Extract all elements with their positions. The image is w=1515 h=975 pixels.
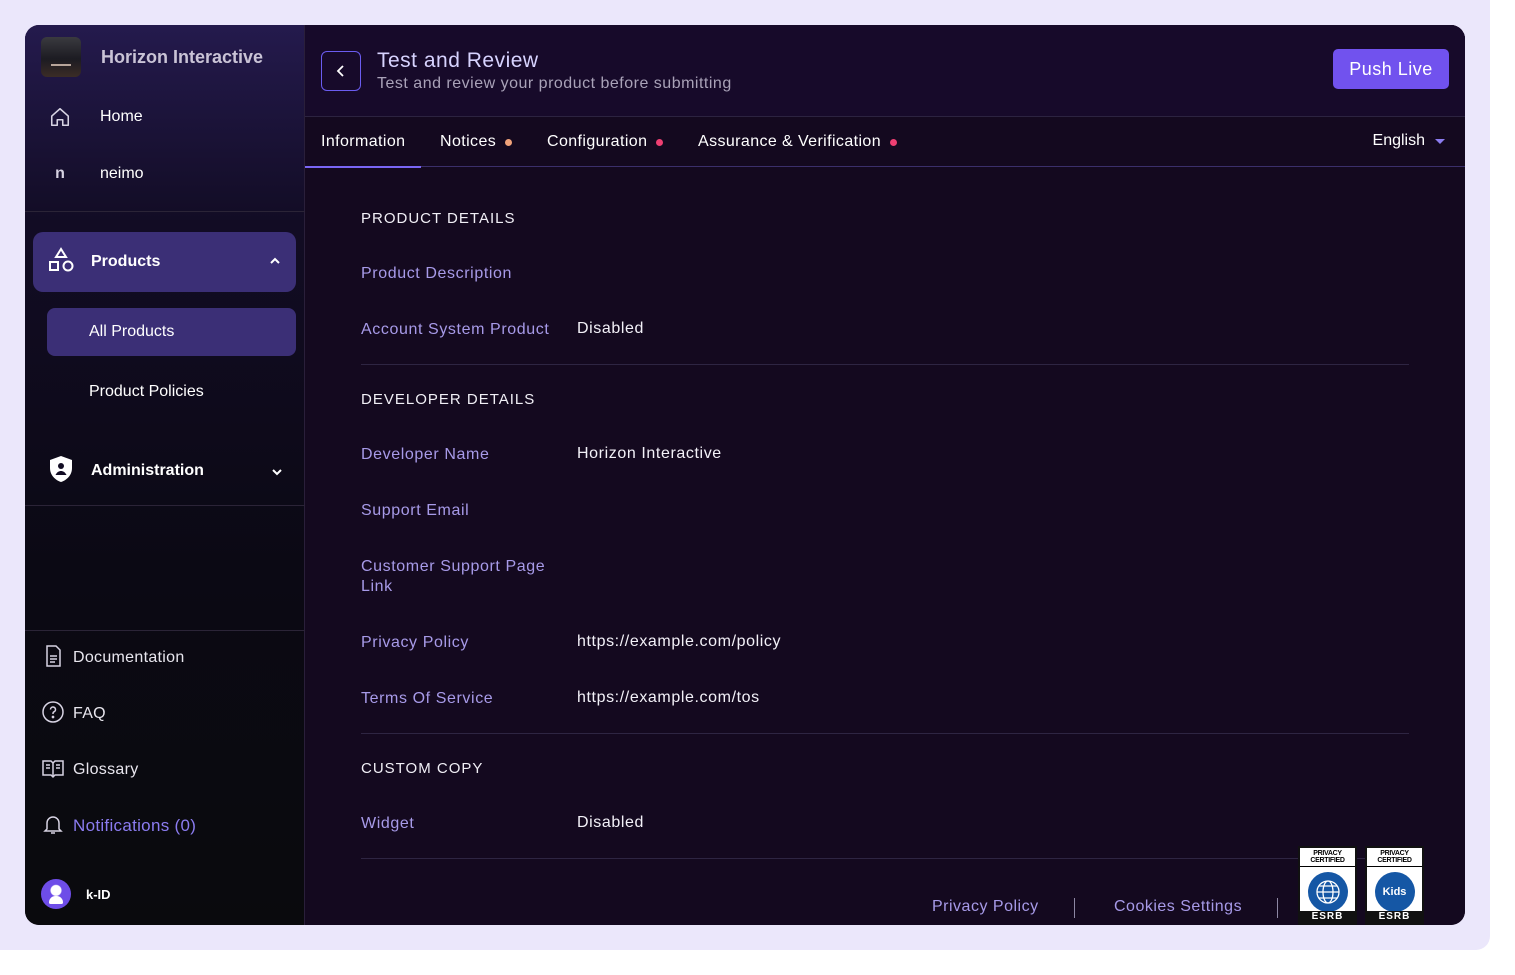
tab-configuration[interactable]: Configuration bbox=[547, 117, 664, 167]
caret-down-icon bbox=[1435, 138, 1445, 144]
tab-label: Assurance & Verification bbox=[698, 133, 882, 150]
sidebar-divider bbox=[25, 211, 305, 212]
chevron-left-icon bbox=[336, 65, 344, 77]
footer-privacy-policy-link[interactable]: Privacy Policy bbox=[932, 898, 1039, 916]
field-label-terms-of-service: Terms Of Service bbox=[361, 690, 494, 707]
status-dot bbox=[890, 138, 898, 146]
back-button[interactable] bbox=[321, 51, 361, 91]
book-icon bbox=[41, 756, 65, 785]
sidebar: Horizon Interactive Home n neimo Product… bbox=[25, 25, 305, 925]
section-divider bbox=[361, 364, 1409, 365]
tab-bar: Information Notices Configuration Assura… bbox=[305, 117, 1465, 168]
sidebar-item-label: Administration bbox=[91, 462, 204, 479]
badge-bottom-text: ESRB bbox=[1367, 911, 1422, 923]
badge-seal-text: Kids bbox=[1382, 886, 1407, 898]
field-value-privacy-policy: https://example.com/policy bbox=[577, 633, 782, 650]
shapes-icon bbox=[47, 246, 75, 279]
shield-icon bbox=[47, 454, 75, 489]
section-title-product-details: PRODUCT DETAILS bbox=[361, 210, 516, 227]
field-label-product-description: Product Description bbox=[361, 265, 513, 282]
user-profile[interactable]: k-ID bbox=[41, 879, 111, 909]
field-label-developer-name: Developer Name bbox=[361, 446, 490, 463]
page-subtitle: Test and review your product before subm… bbox=[377, 75, 732, 92]
badge-top-text: PRIVACY CERTIFIED bbox=[1367, 848, 1422, 867]
bell-icon bbox=[41, 812, 65, 841]
field-label-widget: Widget bbox=[361, 815, 415, 832]
app-window: Horizon Interactive Home n neimo Product… bbox=[25, 25, 1465, 925]
section-title-custom-copy: CUSTOM COPY bbox=[361, 760, 484, 777]
sidebar-item-label: neimo bbox=[100, 165, 144, 182]
field-label-customer-support-link: Customer Support Page Link bbox=[361, 558, 546, 595]
n-initial-icon: n bbox=[55, 165, 65, 182]
home-icon bbox=[47, 106, 73, 128]
footer-divider bbox=[1074, 898, 1075, 918]
field-label-privacy-policy: Privacy Policy bbox=[361, 634, 469, 651]
language-select[interactable]: English bbox=[1373, 117, 1445, 165]
badge-bottom-text: ESRB bbox=[1300, 911, 1355, 923]
section-title-developer-details: DEVELOPER DETAILS bbox=[361, 391, 536, 408]
section-divider bbox=[361, 858, 1409, 859]
language-value: English bbox=[1372, 132, 1425, 149]
field-value-terms-of-service: https://example.com/tos bbox=[577, 689, 760, 706]
badge-top-text: PRIVACY CERTIFIED bbox=[1300, 848, 1355, 867]
footer-cookies-settings-link[interactable]: Cookies Settings bbox=[1114, 898, 1242, 916]
sidebar-item-label: Home bbox=[100, 108, 143, 125]
chevron-up-icon[interactable] bbox=[268, 254, 282, 273]
sidebar-item-administration[interactable]: Administration bbox=[47, 453, 296, 489]
field-value-account-system-product: Disabled bbox=[577, 320, 645, 337]
tab-information[interactable]: Information bbox=[305, 117, 422, 168]
sidebar-divider bbox=[25, 505, 305, 506]
user-name: k-ID bbox=[86, 886, 111, 902]
sidebar-item-label: Product Policies bbox=[89, 383, 204, 400]
brand[interactable]: Horizon Interactive bbox=[41, 37, 263, 77]
sidebar-item-label: Notifications (0) bbox=[73, 816, 197, 835]
brand-logo bbox=[41, 37, 81, 77]
sidebar-item-faq[interactable]: FAQ bbox=[41, 699, 196, 729]
sidebar-item-label: Documentation bbox=[73, 649, 185, 666]
footer-divider bbox=[1277, 898, 1278, 918]
tab-label: Configuration bbox=[547, 133, 648, 150]
sidebar-item-home[interactable]: Home bbox=[47, 103, 144, 131]
tab-notices[interactable]: Notices bbox=[440, 117, 513, 167]
tab-label: Information bbox=[321, 133, 406, 150]
status-dot bbox=[505, 138, 513, 146]
sidebar-divider bbox=[25, 630, 305, 631]
field-value-developer-name: Horizon Interactive bbox=[577, 445, 722, 462]
sidebar-subitem-product-policies[interactable]: Product Policies bbox=[47, 368, 296, 416]
avatar bbox=[41, 879, 71, 909]
page-header: Test and Review Test and review your pro… bbox=[305, 25, 1465, 117]
section-divider bbox=[361, 733, 1409, 734]
field-label-support-email: Support Email bbox=[361, 502, 470, 519]
globe-seal-icon bbox=[1307, 872, 1348, 912]
esrb-privacy-certified-badge[interactable]: PRIVACY CERTIFIED ESRB bbox=[1298, 846, 1357, 925]
document-icon bbox=[41, 644, 65, 673]
status-dot bbox=[656, 138, 664, 146]
sidebar-item-label: FAQ bbox=[73, 705, 106, 722]
brand-name: Horizon Interactive bbox=[101, 46, 264, 67]
page-title: Test and Review bbox=[377, 49, 539, 72]
chevron-down-icon[interactable] bbox=[270, 465, 284, 484]
sidebar-item-neimo[interactable]: n neimo bbox=[47, 160, 144, 188]
sidebar-top-nav: Home n neimo bbox=[47, 103, 144, 217]
main-panel: Test and Review Test and review your pro… bbox=[305, 25, 1465, 925]
push-live-button[interactable]: Push Live bbox=[1333, 49, 1449, 89]
tab-assurance-verification[interactable]: Assurance & Verification bbox=[698, 117, 898, 167]
question-circle-icon bbox=[41, 700, 65, 729]
sidebar-item-documentation[interactable]: Documentation bbox=[41, 643, 196, 673]
tab-label: Notices bbox=[440, 133, 497, 150]
sidebar-subitem-all-products[interactable]: All Products bbox=[47, 308, 296, 356]
sidebar-bottom-nav: Documentation FAQ Glossary Notifications… bbox=[41, 643, 196, 867]
esrb-kids-privacy-certified-badge[interactable]: PRIVACY CERTIFIED Kids ESRB bbox=[1365, 846, 1424, 925]
sidebar-item-label: Glossary bbox=[73, 761, 139, 778]
field-value-widget: Disabled bbox=[577, 814, 645, 831]
sidebar-item-products[interactable]: Products bbox=[33, 232, 296, 292]
kids-seal-icon: Kids bbox=[1374, 872, 1415, 912]
sidebar-item-label: Products bbox=[91, 253, 161, 270]
sidebar-item-label: All Products bbox=[89, 323, 175, 340]
sidebar-item-notifications[interactable]: Notifications (0) bbox=[41, 811, 196, 841]
sidebar-item-glossary[interactable]: Glossary bbox=[41, 755, 196, 785]
field-label-account-system-product: Account System Product bbox=[361, 321, 550, 338]
